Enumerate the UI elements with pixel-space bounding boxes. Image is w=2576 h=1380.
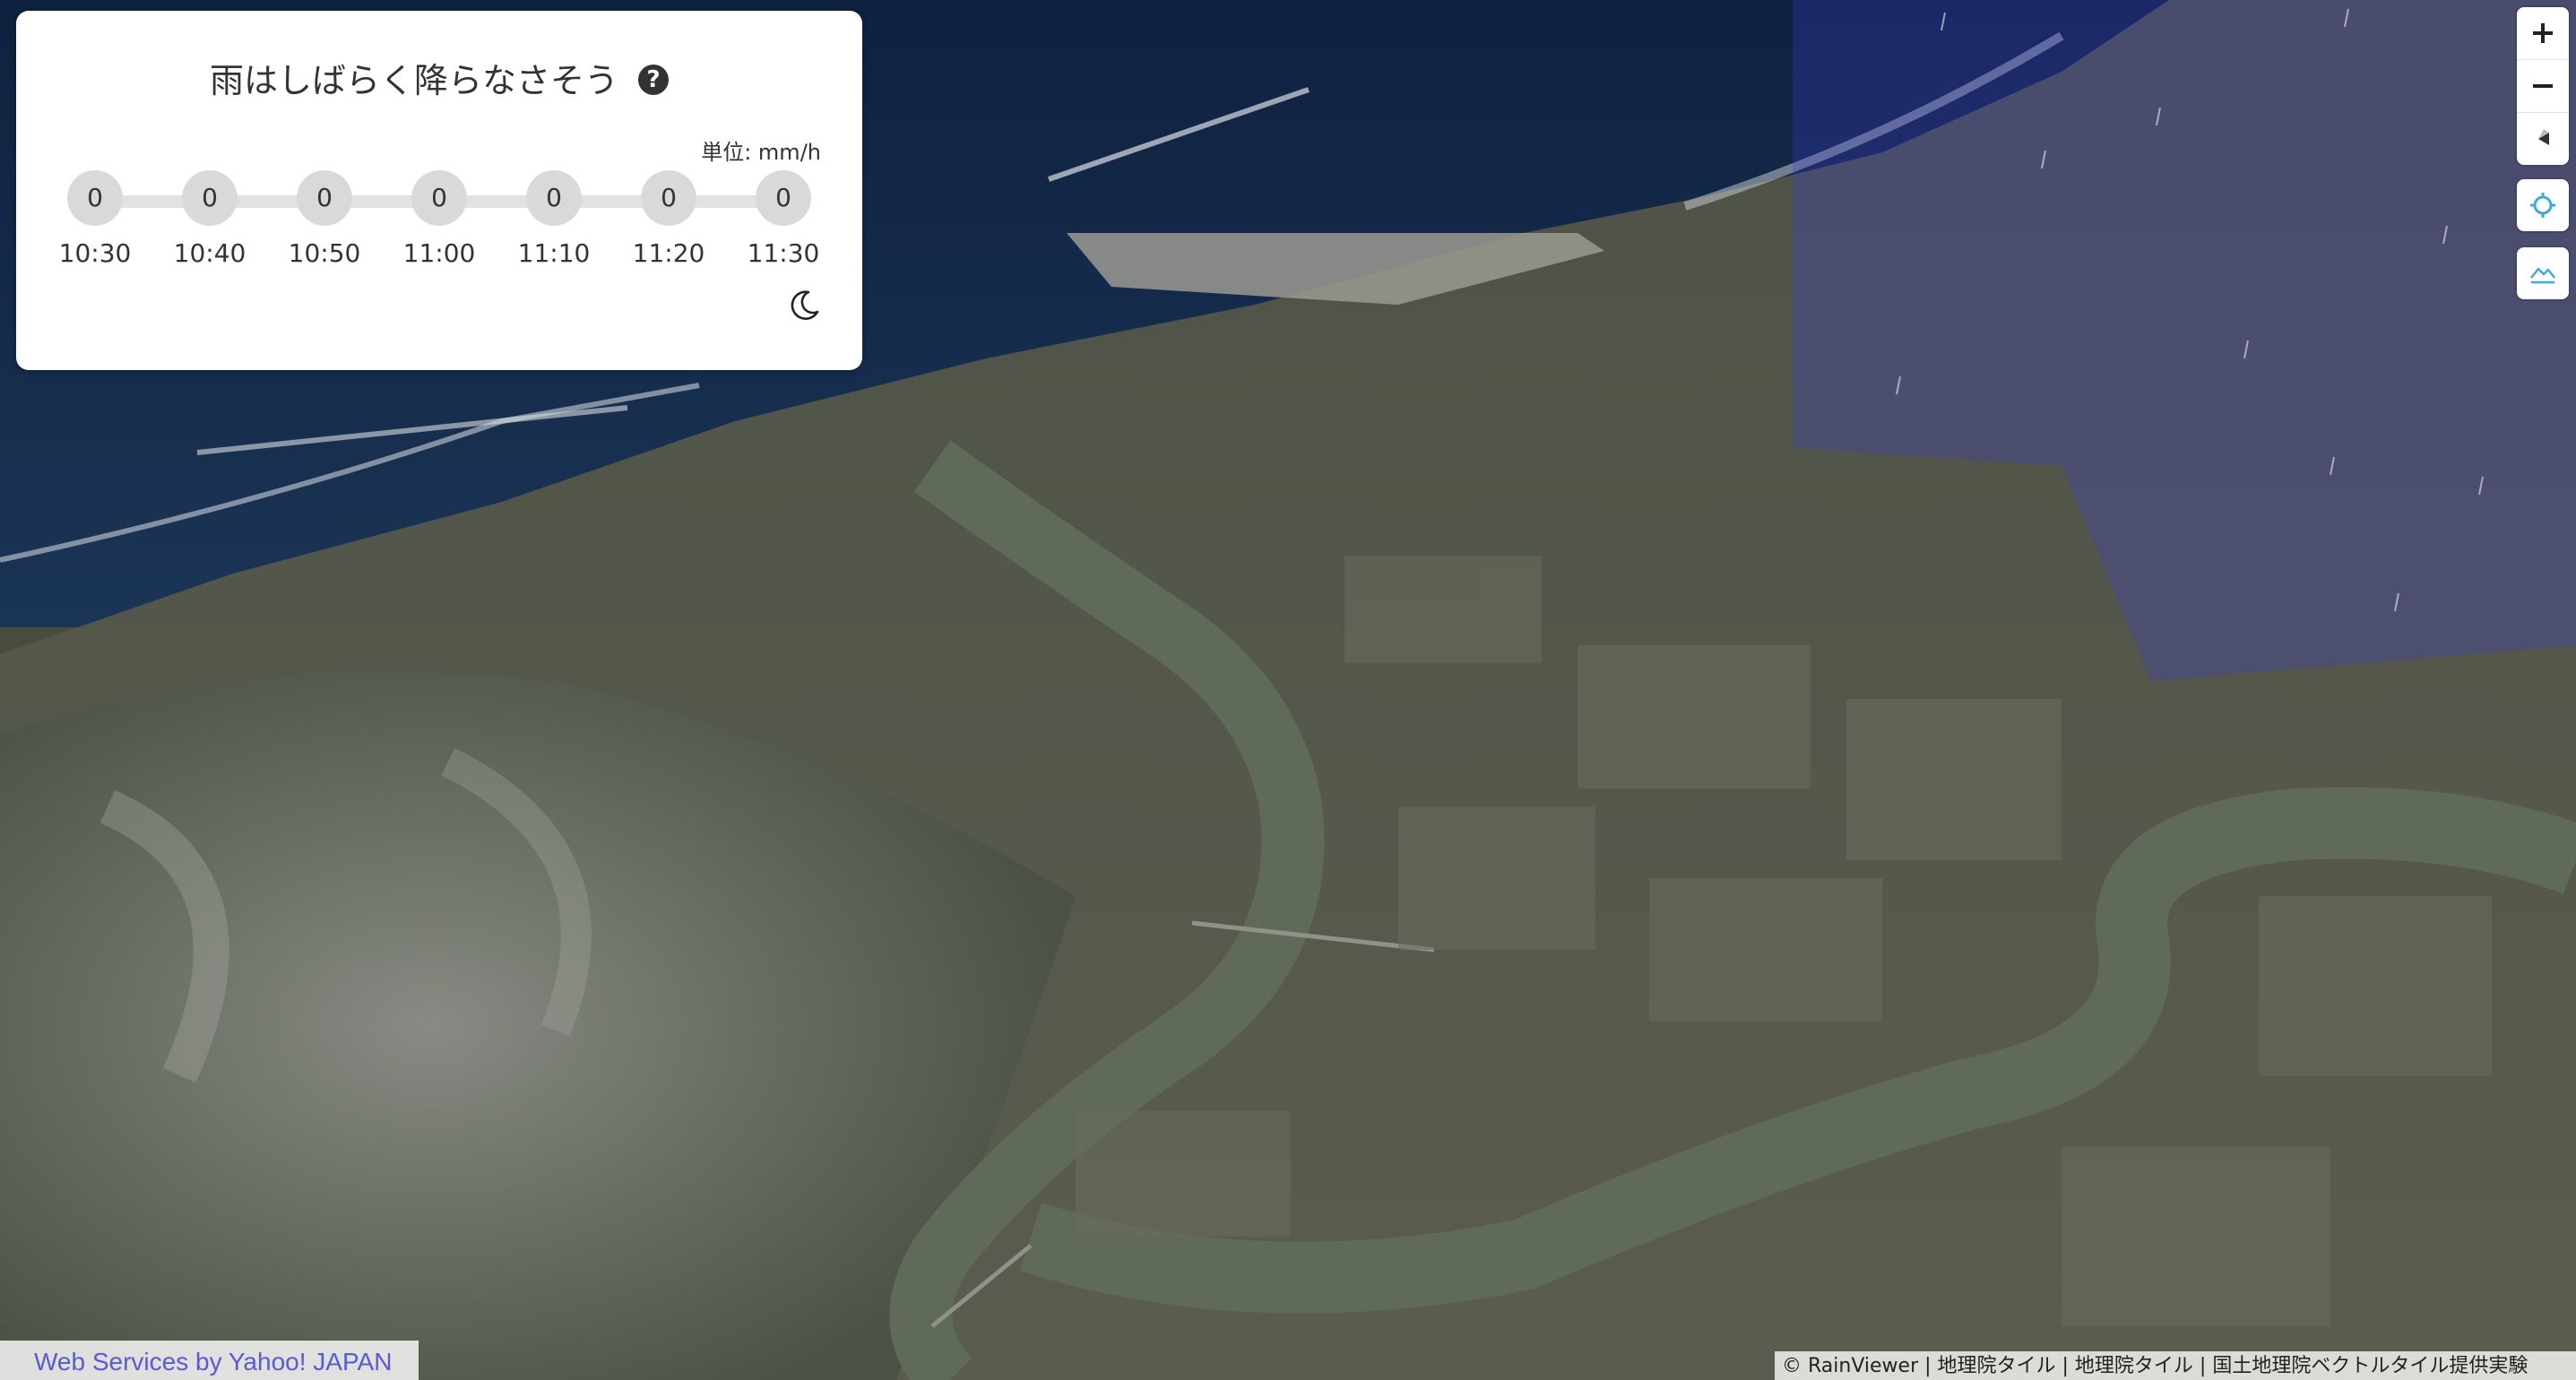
rain-value: 0	[526, 170, 582, 226]
forecast-slot[interactable]: 0 11:20	[610, 170, 727, 268]
terrain-icon	[2530, 267, 2555, 284]
forecast-slot[interactable]: 0 10:50	[266, 170, 383, 268]
terrain-button[interactable]	[2517, 247, 2569, 299]
forecast-time: 11:30	[747, 238, 820, 268]
moon-icon[interactable]	[787, 287, 823, 323]
forecast-slot[interactable]: 0 10:30	[37, 170, 153, 268]
geolocate-icon	[2530, 193, 2555, 218]
rain-value: 0	[182, 170, 238, 226]
geolocate-control	[2517, 179, 2569, 231]
compass-button[interactable]	[2517, 113, 2569, 165]
terrain-control	[2517, 247, 2569, 299]
rain-value: 0	[641, 170, 696, 226]
forecast-time: 10:30	[58, 238, 132, 268]
forecast-time: 11:00	[402, 238, 476, 268]
geolocate-button[interactable]	[2517, 179, 2569, 231]
help-icon[interactable]: ?	[638, 65, 669, 95]
forecast-time: 10:50	[288, 238, 361, 268]
yahoo-attribution-link[interactable]: Web Services by Yahoo! JAPAN	[0, 1341, 419, 1380]
forecast-slot[interactable]: 0 11:30	[725, 170, 842, 268]
zoom-in-button[interactable]	[2517, 7, 2569, 60]
map-view[interactable]: 雨はしばらく降らなさそう? 単位: mm/h 0 10:30 0 10:40 0…	[0, 0, 2576, 1380]
forecast-slot[interactable]: 0 11:00	[381, 170, 497, 268]
unit-label: 単位: mm/h	[701, 140, 821, 165]
forecast-title: 雨はしばらく降らなさそう?	[16, 56, 862, 106]
forecast-title-text: 雨はしばらく降らなさそう	[209, 61, 618, 100]
rain-value: 0	[67, 170, 123, 226]
forecast-time: 11:20	[632, 238, 705, 268]
zoom-out-button[interactable]	[2517, 60, 2569, 113]
navigation-control	[2517, 7, 2569, 165]
forecast-time: 11:10	[517, 238, 591, 268]
rain-value: 0	[411, 170, 467, 226]
forecast-time: 10:40	[173, 238, 246, 268]
forecast-slot[interactable]: 0 10:40	[151, 170, 268, 268]
rain-value: 0	[297, 170, 352, 226]
map-attribution[interactable]: © RainViewer | 地理院タイル | 地理院タイル | 国土地理院ベク…	[1775, 1351, 2576, 1380]
rain-value: 0	[756, 170, 811, 226]
rain-forecast-panel: 雨はしばらく降らなさそう? 単位: mm/h 0 10:30 0 10:40 0…	[16, 11, 862, 370]
zoom-in-icon	[2533, 23, 2553, 43]
zoom-out-icon	[2533, 84, 2553, 88]
forecast-slot[interactable]: 0 11:10	[496, 170, 612, 268]
compass-icon	[2538, 129, 2549, 145]
